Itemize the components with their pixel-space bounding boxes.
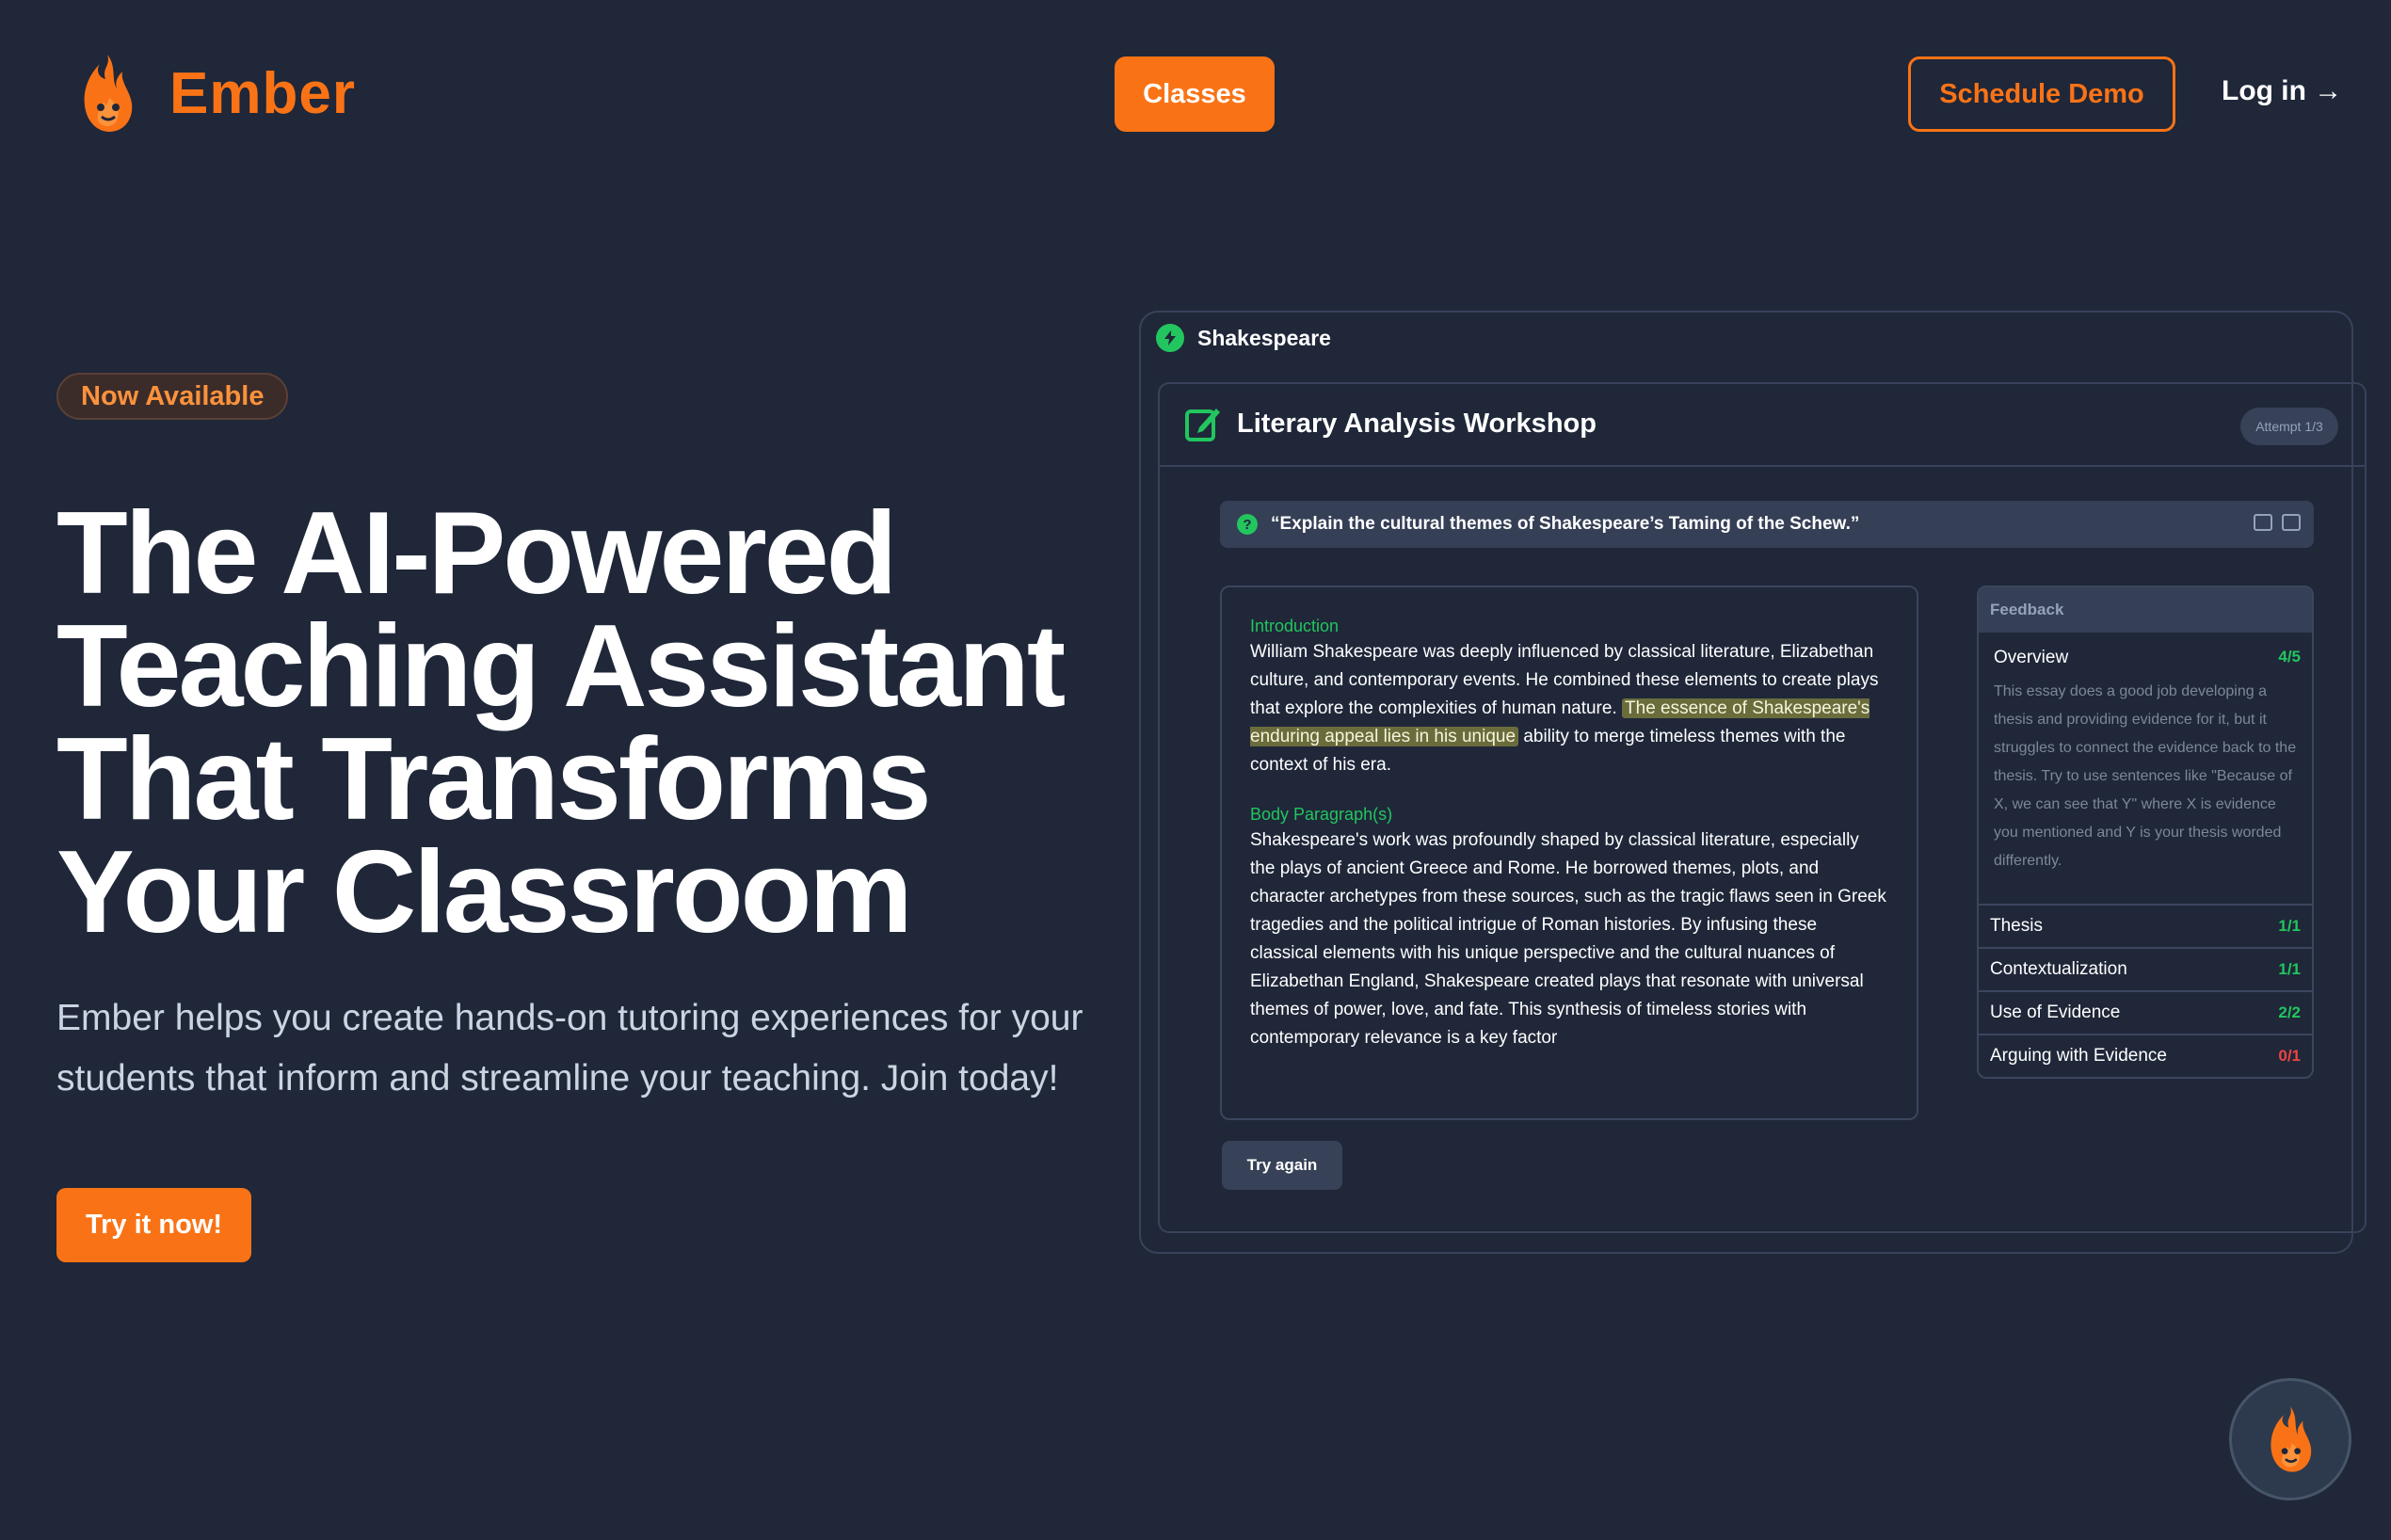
try-again-button[interactable]: Try again [1222, 1141, 1342, 1190]
class-header: Shakespeare [1156, 324, 1331, 352]
flame-mascot-icon [84, 55, 133, 132]
copy-icon[interactable] [2282, 514, 2301, 531]
body-paragraph: Shakespeare's work was profoundly shaped… [1250, 830, 1886, 1048]
intro-label: Introduction [1250, 617, 1340, 635]
hero-headline: The AI-Powered Teaching Assistant That T… [56, 489, 1066, 957]
class-name: Shakespeare [1197, 325, 1331, 350]
criterion-score: 2/2 [2278, 1003, 2301, 1021]
criterion-score: 0/1 [2278, 1047, 2301, 1065]
image-icon[interactable] [2254, 514, 2272, 531]
flame-mascot-icon [2271, 1406, 2312, 1472]
feedback-overview[interactable]: Overview 4/5 This essay does a good job … [1979, 633, 2312, 875]
question-icon: ? [1237, 514, 1258, 535]
feedback-title: Feedback [1979, 587, 2312, 633]
essay-panel: Introduction William Shakespeare was dee… [1220, 586, 1918, 1120]
overview-text: This essay does a good job developing a … [1994, 683, 2297, 869]
hero-subcopy: Ember helps you create hands-on tutoring… [56, 998, 1083, 1099]
brand-logo[interactable]: Ember [79, 51, 356, 136]
edit-icon [1185, 409, 1220, 441]
workshop-title: Literary Analysis Workshop [1237, 408, 1597, 439]
question-bar: ? “Explain the cultural themes of Shakes… [1220, 501, 2314, 548]
feedback-panel: Feedback Overview 4/5 This essay does a … [1977, 586, 2314, 1079]
try-it-now-button[interactable]: Try it now! [56, 1188, 251, 1262]
criterion-score: 1/1 [2278, 960, 2301, 978]
overview-score: 4/5 [2278, 648, 2301, 666]
criterion-row[interactable]: Arguing with Evidence 0/1 [1979, 1034, 2312, 1077]
intro-paragraph: William Shakespeare was deeply influence… [1250, 638, 1888, 779]
chat-launcher-button[interactable] [2229, 1378, 2351, 1500]
now-available-badge: Now Available [56, 373, 289, 420]
attempt-badge: Attempt 1/3 [2240, 408, 2338, 445]
overview-label: Overview [1994, 648, 2069, 667]
brand-name: Ember [169, 60, 356, 126]
login-link[interactable]: Log in → [2222, 75, 2342, 107]
classes-button[interactable]: Classes [1115, 56, 1275, 132]
workshop-divider [1160, 465, 2365, 467]
criterion-score: 1/1 [2278, 917, 2301, 935]
criterion-label: Use of Evidence [1990, 1003, 2121, 1022]
criterion-row[interactable]: Thesis 1/1 [1979, 904, 2312, 947]
body-label: Body Paragraph(s) [1250, 805, 1393, 824]
workshop-header: Literary Analysis Workshop [1184, 405, 1597, 442]
schedule-demo-button[interactable]: Schedule Demo [1908, 56, 2175, 132]
criterion-row[interactable]: Contextualization 1/1 [1979, 947, 2312, 990]
criterion-row[interactable]: Use of Evidence 2/2 [1979, 990, 2312, 1034]
question-text: “Explain the cultural themes of Shakespe… [1271, 514, 1860, 534]
bolt-icon [1156, 324, 1184, 352]
criterion-label: Thesis [1990, 916, 2043, 936]
criterion-label: Arguing with Evidence [1990, 1046, 2167, 1066]
criterion-label: Contextualization [1990, 959, 2127, 979]
